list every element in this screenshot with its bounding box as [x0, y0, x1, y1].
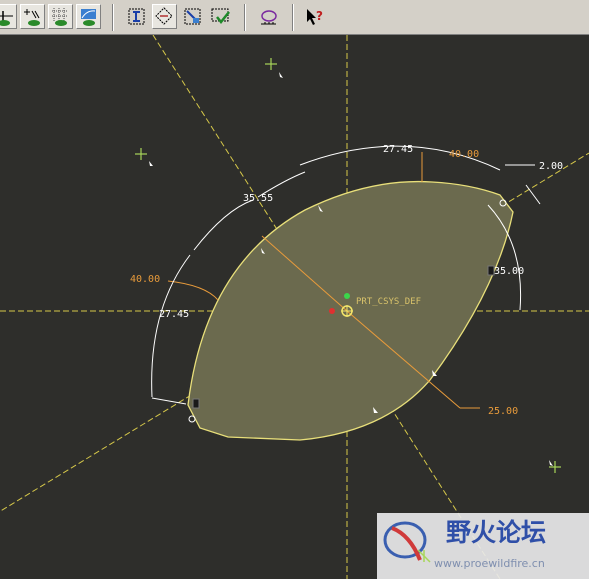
sketch-analyze-icon [261, 10, 277, 25]
constraint-display-button[interactable] [20, 4, 45, 29]
dim-40-00-top[interactable]: 40.00 [449, 149, 479, 160]
grid-toggle-icon [52, 8, 67, 26]
sketch-check-icon [211, 8, 230, 25]
sketch-canvas[interactable]: PRT_CSYS_DEF 27.45 40.00 2.00 35.55 40.0… [0, 35, 589, 579]
dim-25-00[interactable]: 25.00 [488, 406, 518, 417]
sketch-verify-button[interactable] [208, 4, 233, 29]
datum-plane-icon [155, 7, 173, 25]
dim-27-45-left[interactable]: 27.45 [159, 309, 189, 320]
toolbar-separator [244, 4, 246, 31]
forum-watermark: 野火论坛 www.proewildfire.cn [377, 513, 589, 579]
vertex-display-button[interactable] [76, 4, 101, 29]
toolbar-separator [112, 4, 114, 31]
sketch-orient-icon [128, 8, 145, 25]
csys-label: PRT_CSYS_DEF [356, 297, 421, 307]
vertex-toggle-icon [81, 9, 96, 26]
forum-url: www.proewildfire.cn [434, 557, 545, 570]
constraint-toggle-icon [24, 9, 40, 26]
dim-27-45-top[interactable]: 27.45 [383, 144, 413, 155]
sketch-toolbar: ? [0, 0, 589, 35]
forum-title: 野火论坛 [446, 518, 546, 547]
sketch-diagnostic-button[interactable] [256, 4, 281, 29]
dim-2-00[interactable]: 2.00 [539, 161, 563, 172]
dim-40-00-left[interactable]: 40.00 [130, 274, 160, 285]
dim-35-00[interactable]: 35.00 [494, 266, 524, 277]
dimension-display-button[interactable] [0, 4, 17, 29]
dimension-toggle-icon [0, 11, 13, 26]
datum-plane-display-button[interactable] [152, 4, 177, 29]
svg-text:?: ? [316, 9, 323, 23]
datum-csys-display-button[interactable] [180, 4, 205, 29]
whats-this-help-icon: ? [307, 9, 323, 25]
grid-display-button[interactable] [48, 4, 73, 29]
dim-35-55[interactable]: 35.55 [243, 193, 273, 204]
whats-this-help-button[interactable]: ? [302, 4, 327, 29]
sketch-orient-button[interactable] [124, 4, 149, 29]
datum-csys-icon [184, 8, 201, 25]
toolbar-separator [292, 4, 294, 31]
